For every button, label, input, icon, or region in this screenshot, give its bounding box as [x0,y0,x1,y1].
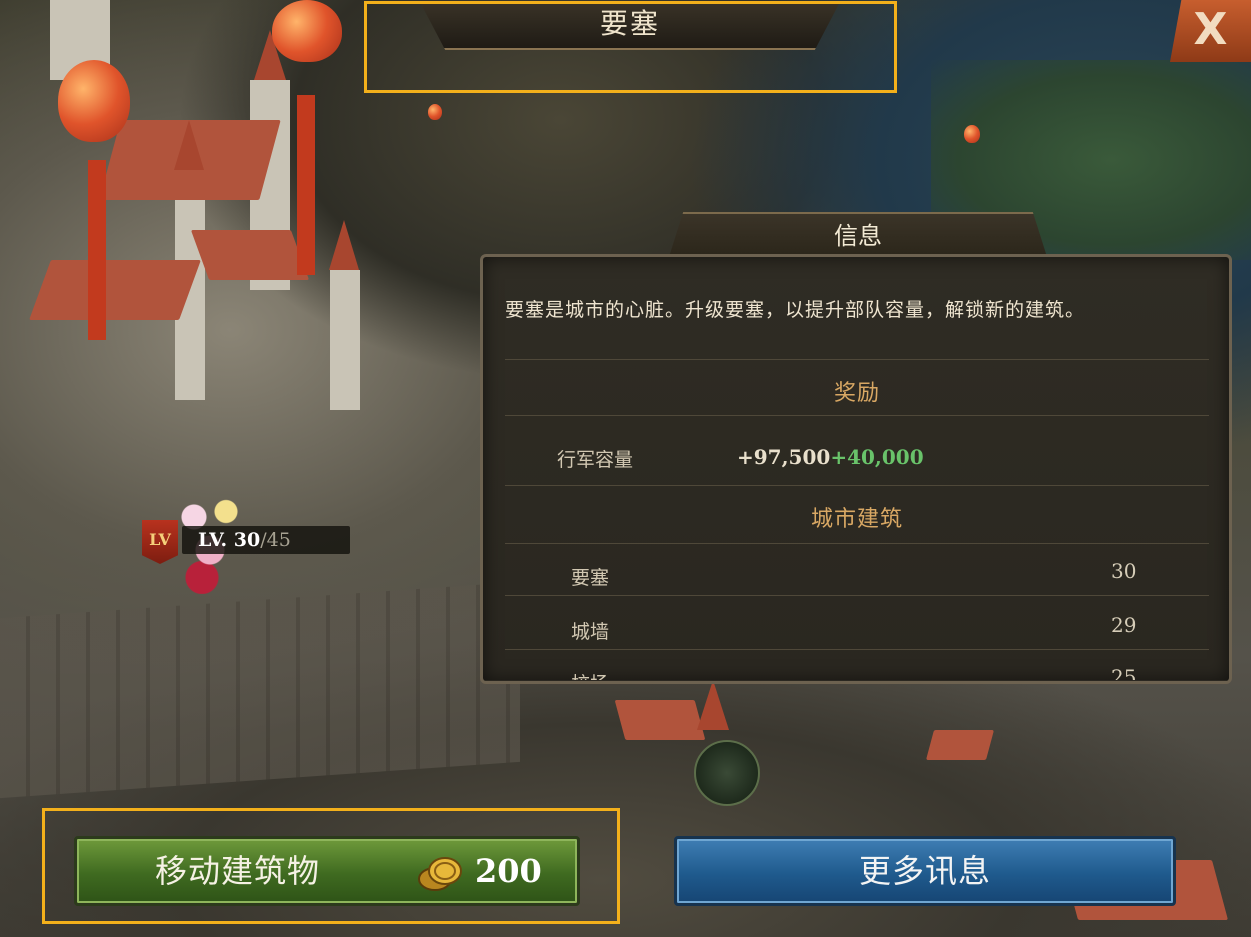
building-row-level: 30 [1111,559,1137,583]
building-roof [925,730,995,760]
level-current: LV. 30 [198,529,261,551]
divider [505,543,1209,544]
building-row-level: 29 [1111,613,1137,637]
building-level: LV. 30/45 [198,526,291,554]
divider [505,649,1209,650]
spire [697,680,729,730]
spire [174,120,204,170]
divider [505,595,1209,596]
red-banner [88,160,106,340]
building-description: 要塞是城市的心脏。升级要塞，以提升部队容量，解锁新的建筑。 [505,299,1086,321]
spire [329,220,359,270]
march-capacity-label: 行军容量 [557,449,634,471]
divider [505,485,1209,486]
close-button[interactable]: X [1170,0,1251,62]
march-capacity-bonus: +40,000 [830,445,924,469]
move-highlight-box [42,808,620,924]
building-row-label: 城墙 [571,621,610,643]
info-panel[interactable]: 要塞是城市的心脏。升级要塞，以提升部队容量，解锁新的建筑。 奖励 行军容量 +9… [480,254,1232,684]
building-row-label: 校场 [571,673,610,684]
city-buildings-heading: 城市建筑 [810,507,903,532]
fortress-roof [29,260,201,320]
march-capacity-value: +97,500+40,000 [737,445,924,469]
divider [505,415,1209,416]
red-banner [297,95,315,275]
hot-air-balloon [428,104,442,120]
level-badge-icon: LV [142,520,178,564]
title-highlight-box [364,1,897,93]
hot-air-balloon [272,0,342,62]
rewards-heading: 奖励 [833,381,880,406]
more-info-label: 更多讯息 [858,852,991,890]
close-icon: X [1193,4,1228,55]
building-roof [614,700,706,740]
city-wall [0,581,520,799]
fortress-roof [190,230,310,280]
march-capacity-base: +97,500 [737,445,831,469]
building-row-label: 要塞 [571,567,610,589]
tower [330,270,360,410]
hot-air-balloon [58,60,130,142]
info-tab-label: 信息 [834,222,882,250]
level-max: /45 [260,529,291,551]
panel-scroll-cutoff [483,680,1229,681]
building-row-level: 25 [1111,665,1137,684]
hot-air-balloon [964,125,980,143]
divider [505,359,1209,360]
more-info-button[interactable]: 更多讯息 [674,836,1176,906]
sigil-emblem[interactable] [694,740,760,806]
